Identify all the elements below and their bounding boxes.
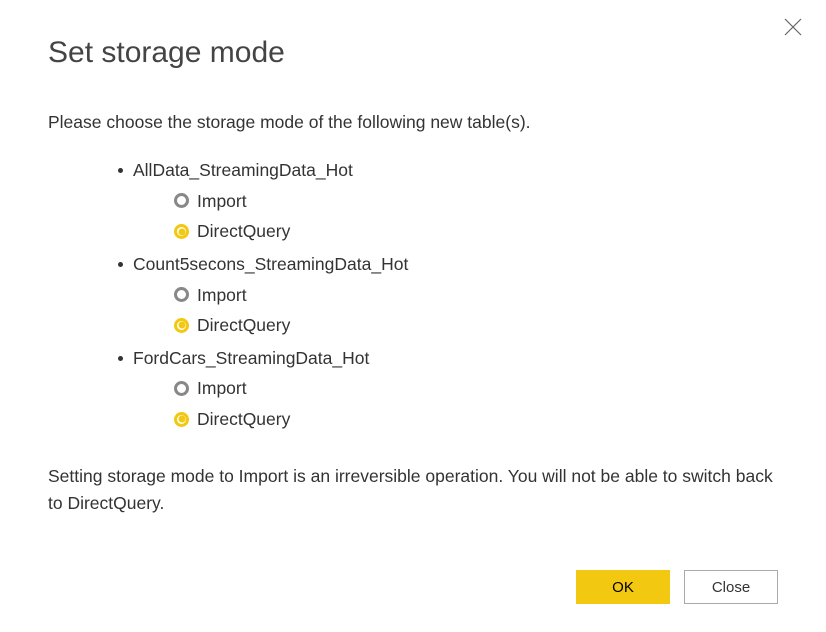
table-name-row: AllData_StreamingData_Hot xyxy=(118,155,778,186)
table-name: AllData_StreamingData_Hot xyxy=(133,155,353,186)
option-label: Import xyxy=(197,186,247,217)
table-item: AllData_StreamingData_Hot Import DirectQ… xyxy=(118,155,778,247)
instruction-text: Please choose the storage mode of the fo… xyxy=(48,112,778,133)
dialog-buttons: OK Close xyxy=(576,570,778,604)
table-name-row: FordCars_StreamingData_Hot xyxy=(118,343,778,374)
close-button[interactable]: Close xyxy=(684,570,778,604)
option-label: Import xyxy=(197,373,247,404)
close-icon[interactable] xyxy=(784,18,804,38)
ok-button[interactable]: OK xyxy=(576,570,670,604)
table-options: Import DirectQuery xyxy=(174,373,778,434)
bullet-icon xyxy=(118,262,123,267)
dialog-title: Set storage mode xyxy=(48,36,778,70)
option-label: DirectQuery xyxy=(197,310,290,341)
table-name: FordCars_StreamingData_Hot xyxy=(133,343,369,374)
storage-mode-dialog: Set storage mode Please choose the stora… xyxy=(0,0,826,632)
option-label: DirectQuery xyxy=(197,216,290,247)
radio-icon xyxy=(174,287,189,302)
option-directquery[interactable]: DirectQuery xyxy=(174,310,778,341)
radio-icon xyxy=(174,318,189,333)
radio-icon xyxy=(174,193,189,208)
bullet-icon xyxy=(118,356,123,361)
table-item: FordCars_StreamingData_Hot Import Direct… xyxy=(118,343,778,435)
option-directquery[interactable]: DirectQuery xyxy=(174,404,778,435)
warning-text: Setting storage mode to Import is an irr… xyxy=(48,463,778,517)
option-import[interactable]: Import xyxy=(174,280,778,311)
option-import[interactable]: Import xyxy=(174,186,778,217)
option-import[interactable]: Import xyxy=(174,373,778,404)
tables-list: AllData_StreamingData_Hot Import DirectQ… xyxy=(118,155,778,435)
option-label: Import xyxy=(197,280,247,311)
option-label: DirectQuery xyxy=(197,404,290,435)
table-options: Import DirectQuery xyxy=(174,186,778,247)
table-name: Count5secons_StreamingData_Hot xyxy=(133,249,408,280)
radio-icon xyxy=(174,412,189,427)
radio-icon xyxy=(174,381,189,396)
table-name-row: Count5secons_StreamingData_Hot xyxy=(118,249,778,280)
radio-icon xyxy=(174,224,189,239)
bullet-icon xyxy=(118,168,123,173)
table-options: Import DirectQuery xyxy=(174,280,778,341)
table-item: Count5secons_StreamingData_Hot Import Di… xyxy=(118,249,778,341)
option-directquery[interactable]: DirectQuery xyxy=(174,216,778,247)
